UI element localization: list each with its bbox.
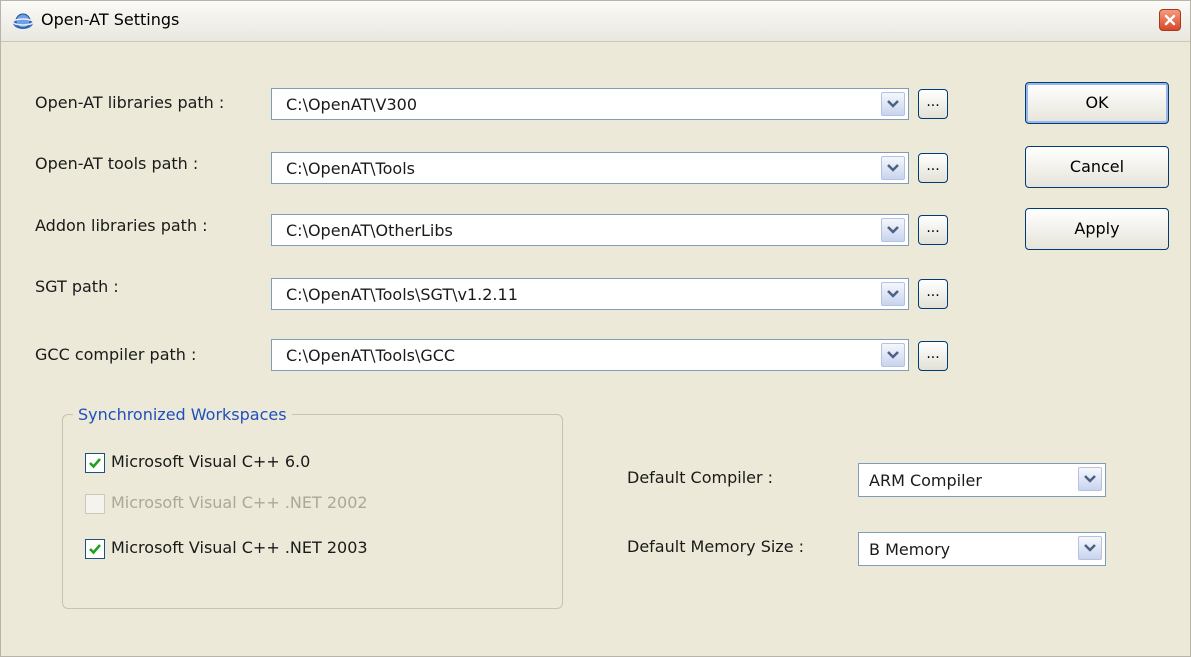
- combo-openat-libraries-path[interactable]: C:\OpenAT\V300: [271, 88, 909, 120]
- dropdown-button[interactable]: [881, 343, 905, 367]
- label-sgt-path: SGT path :: [35, 277, 119, 296]
- checkbox-label: Microsoft Visual C++ .NET 2002: [111, 493, 368, 512]
- browse-button-openat-tools[interactable]: ...: [918, 153, 948, 183]
- chevron-down-icon: [1084, 544, 1096, 552]
- title-bar[interactable]: Open-AT Settings: [1, 1, 1190, 42]
- select-default-memory-size[interactable]: B Memory: [858, 532, 1106, 566]
- apply-button[interactable]: Apply: [1025, 208, 1169, 250]
- combo-value: C:\OpenAT\Tools: [286, 159, 415, 178]
- checkbox-label: Microsoft Visual C++ 6.0: [111, 452, 311, 471]
- ok-button[interactable]: OK: [1025, 82, 1169, 124]
- combo-sgt-path[interactable]: C:\OpenAT\Tools\SGT\v1.2.11: [271, 278, 909, 310]
- chevron-down-icon: [887, 290, 899, 298]
- select-default-compiler[interactable]: ARM Compiler: [858, 463, 1106, 497]
- select-value: B Memory: [869, 540, 951, 559]
- combo-gcc-compiler-path[interactable]: C:\OpenAT\Tools\GCC: [271, 339, 909, 371]
- checkbox-vc6[interactable]: [85, 453, 105, 473]
- label-gcc-compiler-path: GCC compiler path :: [35, 345, 197, 364]
- chevron-down-icon: [887, 226, 899, 234]
- dropdown-button[interactable]: [881, 156, 905, 180]
- checkmark-icon: [89, 544, 101, 555]
- label-openat-tools-path: Open-AT tools path :: [35, 154, 199, 173]
- checkbox-net2003[interactable]: [85, 539, 105, 559]
- combo-value: C:\OpenAT\OtherLibs: [286, 221, 453, 240]
- label-default-compiler: Default Compiler :: [627, 468, 774, 487]
- combo-value: C:\OpenAT\V300: [286, 95, 418, 114]
- checkmark-icon: [89, 458, 101, 469]
- combo-value: C:\OpenAT\Tools\SGT\v1.2.11: [286, 285, 518, 304]
- chevron-down-icon: [1084, 475, 1096, 483]
- combo-addon-libraries-path[interactable]: C:\OpenAT\OtherLibs: [271, 214, 909, 246]
- label-addon-libraries-path: Addon libraries path :: [35, 216, 208, 235]
- chevron-down-icon: [887, 100, 899, 108]
- browse-button-gcc[interactable]: ...: [918, 341, 948, 371]
- chevron-down-icon: [887, 351, 899, 359]
- browse-button-openat-libraries[interactable]: ...: [918, 89, 948, 119]
- checkbox-net2002: [85, 494, 105, 514]
- close-button[interactable]: [1159, 9, 1181, 31]
- combo-value: C:\OpenAT\Tools\GCC: [286, 346, 456, 365]
- chevron-down-icon: [887, 164, 899, 172]
- dropdown-button[interactable]: [881, 92, 905, 116]
- label-openat-libraries-path: Open-AT libraries path :: [35, 93, 225, 112]
- dropdown-button[interactable]: [881, 218, 905, 242]
- dropdown-button[interactable]: [1078, 536, 1102, 560]
- cancel-button[interactable]: Cancel: [1025, 146, 1169, 188]
- settings-dialog: Open-AT Settings Open-AT libraries path …: [0, 0, 1191, 657]
- close-icon: [1164, 14, 1176, 26]
- group-title: Synchronized Workspaces: [73, 405, 292, 424]
- dropdown-button[interactable]: [1078, 467, 1102, 491]
- label-default-memory-size: Default Memory Size :: [627, 537, 805, 556]
- checkbox-label: Microsoft Visual C++ .NET 2003: [111, 538, 368, 557]
- select-value: ARM Compiler: [869, 471, 982, 490]
- browse-button-addon-libraries[interactable]: ...: [918, 215, 948, 245]
- browse-button-sgt[interactable]: ...: [918, 279, 948, 309]
- dropdown-button[interactable]: [881, 282, 905, 306]
- combo-openat-tools-path[interactable]: C:\OpenAT\Tools: [271, 152, 909, 184]
- app-icon: [12, 10, 34, 32]
- window-title: Open-AT Settings: [41, 10, 180, 29]
